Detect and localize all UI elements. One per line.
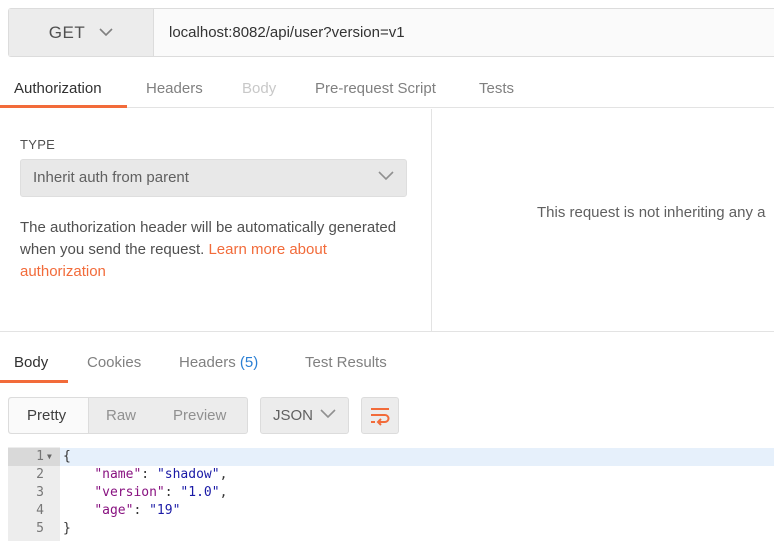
response-body-editor[interactable]: 1 ▼ { 2 "name": "shadow", 3 "version": "… (8, 447, 774, 541)
view-preview-button[interactable]: Preview (173, 398, 226, 433)
auth-description: The authorization header will be automat… (20, 217, 400, 283)
line-number: 5 (36, 521, 44, 536)
divider (0, 331, 774, 332)
chevron-down-icon (99, 28, 113, 37)
wrap-lines-button[interactable] (361, 397, 399, 434)
tab-response-headers[interactable]: Headers (5) (179, 344, 258, 382)
chevron-down-icon (378, 171, 394, 181)
auth-type-value: Inherit auth from parent (33, 169, 189, 186)
format-value: JSON (273, 407, 314, 424)
tab-test-results[interactable]: Test Results (305, 344, 387, 382)
tab-tests[interactable]: Tests (479, 70, 514, 108)
line-number: 4 (36, 503, 44, 518)
line-number: 2 (36, 467, 44, 482)
json-punct: , (219, 467, 228, 482)
headers-count: (5) (239, 354, 259, 371)
view-mode-group: Pretty Raw Preview (8, 397, 248, 434)
active-tab-indicator (0, 380, 68, 383)
code-line: 4 "age": "19" (8, 502, 774, 520)
json-punct: , (219, 485, 228, 500)
tab-body[interactable]: Body (242, 70, 276, 108)
chevron-down-icon (320, 409, 336, 419)
json-key: "version" (94, 485, 165, 500)
code-text: } (63, 521, 71, 536)
auth-settings-panel: TYPE Inherit auth from parent The author… (0, 109, 432, 331)
wrap-lines-icon (371, 408, 390, 426)
method-select[interactable]: GET (9, 9, 154, 56)
code-line: 5 } (8, 520, 774, 538)
active-tab-indicator (0, 105, 127, 108)
fold-arrow-icon[interactable]: ▼ (47, 448, 52, 466)
json-value: "shadow" (156, 467, 220, 482)
tab-response-body[interactable]: Body (14, 344, 48, 382)
tab-headers[interactable]: Headers (146, 70, 203, 108)
code-text: "name": "shadow", (94, 467, 228, 482)
format-select[interactable]: JSON (260, 397, 349, 434)
auth-type-select[interactable]: Inherit auth from parent (20, 159, 407, 197)
auth-inherit-message: This request is not inheriting any a (537, 204, 766, 221)
json-key: "age" (94, 503, 134, 518)
method-label: GET (48, 22, 86, 42)
request-tabs: Authorization Headers Body Pre-request S… (0, 70, 774, 108)
url-input[interactable]: localhost:8082/api/user?version=v1 (169, 9, 405, 56)
tab-response-headers-label: Headers (179, 354, 236, 371)
json-value: "19" (149, 503, 181, 518)
request-url-bar: GET localhost:8082/api/user?version=v1 (8, 8, 774, 57)
tab-pre-request-script[interactable]: Pre-request Script (315, 70, 436, 108)
code-text: "version": "1.0", (94, 485, 228, 500)
tab-authorization[interactable]: Authorization (14, 70, 102, 108)
tab-cookies[interactable]: Cookies (87, 344, 141, 382)
view-raw-button[interactable]: Raw (106, 398, 136, 433)
code-text: "age": "19" (94, 503, 181, 518)
code-line: 3 "version": "1.0", (8, 484, 774, 502)
json-value: "1.0" (180, 485, 220, 500)
response-tabs: Body Cookies Headers (5) Test Results (0, 344, 774, 383)
json-key: "name" (94, 467, 142, 482)
code-line: 1 ▼ { (8, 448, 774, 466)
line-number: 1 (8, 448, 60, 466)
line-number: 3 (36, 485, 44, 500)
auth-type-label: TYPE (20, 137, 56, 152)
code-text: { (63, 449, 71, 464)
view-pretty-button[interactable]: Pretty (27, 398, 66, 433)
code-line: 2 "name": "shadow", (8, 466, 774, 484)
